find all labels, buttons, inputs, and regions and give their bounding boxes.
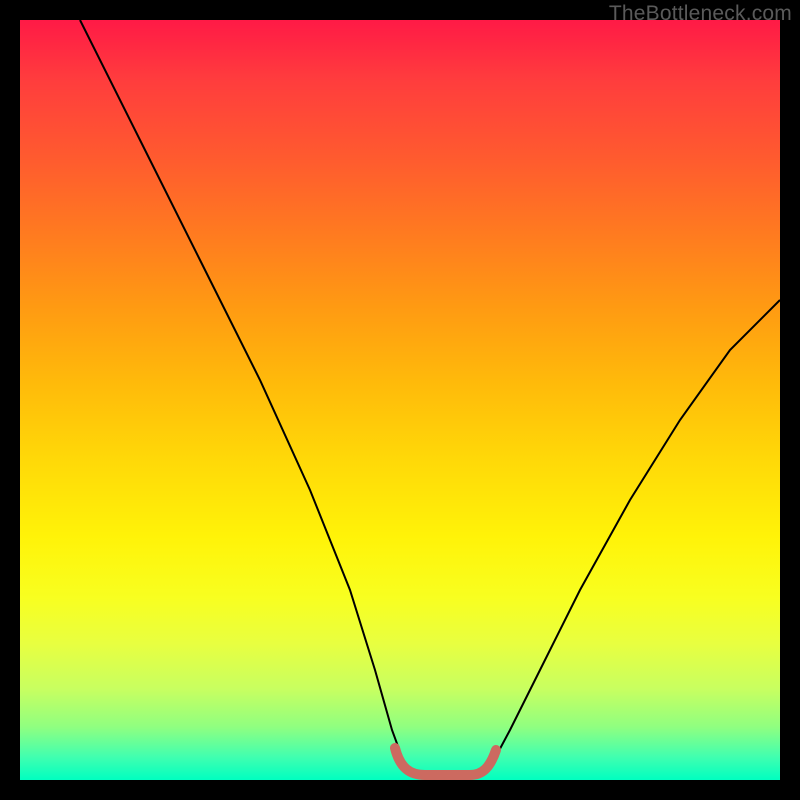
curve-line [80,20,780,778]
watermark-text: TheBottleneck.com [609,2,792,26]
optimal-range-highlight [395,748,496,775]
bottleneck-curve [20,20,780,780]
plot-area [20,20,780,780]
chart-frame: TheBottleneck.com [0,0,800,800]
